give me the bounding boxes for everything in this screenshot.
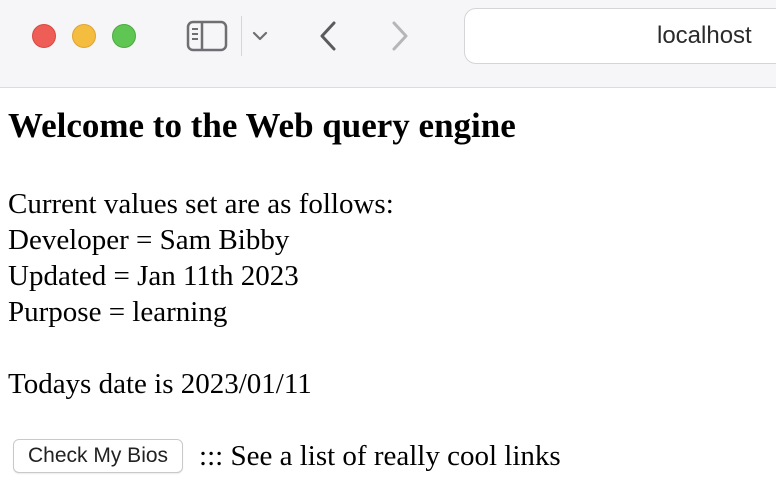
url-text: localhost — [657, 22, 752, 49]
developer-value: Developer = Sam Bibby — [8, 224, 290, 256]
maximize-icon[interactable] — [112, 24, 136, 48]
forward-arrow-icon[interactable] — [386, 18, 414, 54]
back-arrow-icon[interactable] — [314, 18, 342, 54]
cool-links-text: ::: See a list of really cool links — [199, 440, 561, 472]
browser-toolbar: localhost — [0, 0, 776, 88]
toolbar-divider — [241, 16, 242, 56]
sidebar-icon[interactable] — [186, 20, 228, 52]
address-bar[interactable]: localhost — [464, 8, 776, 64]
actions-row: Check My Bios ::: See a list of really c… — [8, 438, 768, 474]
chevron-down-icon[interactable] — [250, 26, 270, 46]
todays-date-text: Todays date is 2023/01/11 — [8, 368, 312, 400]
updated-value: Updated = Jan 11th 2023 — [8, 260, 299, 292]
intro-text: Current values set are as follows: — [8, 188, 394, 220]
purpose-value: Purpose = learning — [8, 296, 228, 328]
page-content: Welcome to the Web query engine Current … — [8, 88, 768, 474]
close-icon[interactable] — [32, 24, 56, 48]
minimize-icon[interactable] — [72, 24, 96, 48]
page-title: Welcome to the Web query engine — [8, 106, 516, 145]
check-my-bios-button[interactable]: Check My Bios — [13, 439, 184, 473]
values-block: Current values set are as follows: Devel… — [8, 186, 768, 402]
